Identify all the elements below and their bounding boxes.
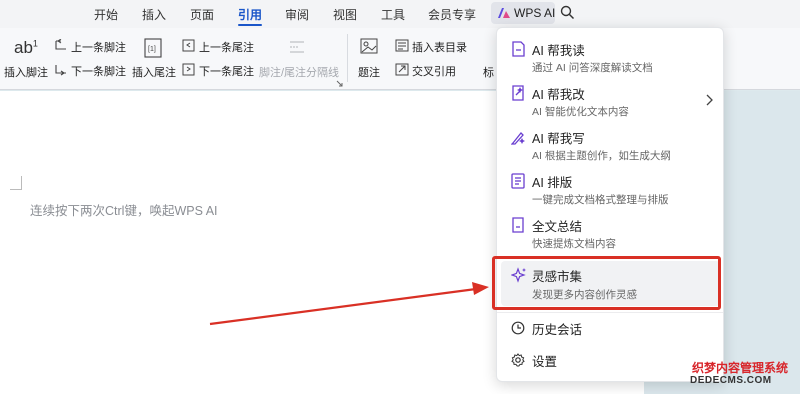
search-icon[interactable] <box>560 5 575 20</box>
ai-write-icon <box>511 132 525 145</box>
cross-reference-label: 交叉引用 <box>412 66 456 78</box>
wps-ai-dropdown-menu: AI 帮我读 通过 AI 问答深度解读文档 AI 帮我改 AI 智能优化文本内容… <box>496 27 724 382</box>
tab-references[interactable]: 引用 <box>238 6 262 23</box>
endnote-icon: [1] <box>144 38 162 58</box>
menu-bar: 开始 插入 页面 引用 审阅 视图 工具 会员专享 WPS AI <box>0 0 800 28</box>
table-of-figures-icon <box>395 39 409 52</box>
watermark-line2: DEDECMS.COM <box>690 375 772 386</box>
summary-icon <box>512 217 524 233</box>
menu-item-title: AI 帮我写 <box>532 132 585 146</box>
insert-footnote-button[interactable]: ab1 插入脚注 <box>2 36 48 80</box>
menu-item-ai-read[interactable]: AI 帮我读 通过 AI 问答深度解读文档 <box>497 36 723 76</box>
ai-layout-icon <box>511 173 525 189</box>
menu-item-ai-layout[interactable]: AI 排版 一键完成文档格式整理与排版 <box>497 168 723 208</box>
ribbon-divider <box>347 34 348 82</box>
caption-button[interactable]: 题注 <box>352 36 386 80</box>
tab-view[interactable]: 视图 <box>333 6 357 23</box>
menu-item-title: AI 帮我改 <box>532 88 585 102</box>
wps-ai-logo-icon <box>498 8 510 18</box>
next-footnote-label: 下一条脚注 <box>71 66 126 78</box>
separator-line-icon <box>290 41 304 53</box>
wps-ai-button[interactable]: WPS AI <box>491 2 555 24</box>
gear-icon <box>511 353 525 367</box>
insert-endnote-label: 插入尾注 <box>132 67 176 79</box>
prev-footnote-button[interactable]: 上一条脚注 <box>54 38 126 54</box>
menu-item-ai-write[interactable]: AI 帮我写 AI 根据主题创作，如生成大纲 <box>497 124 723 164</box>
ribbon-cut-label: 标 <box>483 67 494 79</box>
menu-item-title: 历史会话 <box>532 323 583 337</box>
tab-member[interactable]: 会员专享 <box>428 6 476 23</box>
prev-endnote-label: 上一条尾注 <box>199 42 254 54</box>
tab-tools[interactable]: 工具 <box>381 6 405 23</box>
tab-insert[interactable]: 插入 <box>142 6 166 23</box>
prev-footnote-icon <box>55 39 66 50</box>
insert-table-of-figures-button[interactable]: 插入表目录 <box>395 38 467 54</box>
footnote-separator-button: 脚注/尾注分隔线 <box>258 36 340 80</box>
cross-reference-icon <box>395 63 409 76</box>
footnote-icon: ab1 <box>14 38 38 57</box>
insert-footnote-label: 插入脚注 <box>4 67 48 79</box>
separator-label: 脚注/尾注分隔线 <box>259 67 340 79</box>
tab-review[interactable]: 审阅 <box>285 6 309 23</box>
menu-item-subtitle: AI 智能优化文本内容 <box>532 106 629 118</box>
svg-text:[1]: [1] <box>148 46 156 53</box>
next-endnote-icon <box>182 63 195 76</box>
site-watermark: 织梦内容管理系统 DEDECMS.COM <box>688 359 796 391</box>
active-tab-underline <box>238 24 262 26</box>
annotation-highlight-box <box>492 256 721 310</box>
caption-label: 题注 <box>358 67 380 79</box>
insert-table-of-figures-label: 插入表目录 <box>412 42 467 54</box>
menu-item-title: AI 排版 <box>532 176 573 190</box>
tab-page[interactable]: 页面 <box>190 6 214 23</box>
menu-item-title: AI 帮我读 <box>532 44 585 58</box>
menu-item-subtitle: AI 根据主题创作，如生成大纲 <box>532 150 671 162</box>
menu-item-summary[interactable]: 全文总结 快速提炼文档内容 <box>497 212 723 252</box>
ai-read-icon <box>512 41 525 57</box>
cross-reference-button[interactable]: 交叉引用 <box>395 62 467 78</box>
menu-item-subtitle: 通过 AI 问答深度解读文档 <box>532 62 653 74</box>
menu-item-subtitle: 快速提炼文档内容 <box>532 238 616 250</box>
prev-footnote-label: 上一条脚注 <box>71 42 126 54</box>
insert-endnote-button[interactable]: [1] 插入尾注 <box>130 36 176 80</box>
next-endnote-label: 下一条尾注 <box>199 66 254 78</box>
clock-icon <box>511 321 525 335</box>
next-footnote-button[interactable]: 下一条脚注 <box>54 62 126 78</box>
prev-endnote-button[interactable]: 上一条尾注 <box>182 38 254 54</box>
next-footnote-icon <box>55 65 66 76</box>
tab-home[interactable]: 开始 <box>94 6 118 23</box>
next-endnote-button[interactable]: 下一条尾注 <box>182 62 254 78</box>
menu-divider <box>497 312 723 313</box>
wps-ai-label: WPS AI <box>514 6 556 20</box>
wps-ai-hint-text: 连续按下两次Ctrl键，唤起WPS AI <box>30 204 218 218</box>
menu-item-title: 全文总结 <box>532 220 583 234</box>
watermark-line1: 织梦内容管理系统 <box>692 361 789 375</box>
chevron-right-icon <box>706 94 713 106</box>
page-corner-mark <box>10 176 22 190</box>
caption-icon <box>360 38 378 54</box>
menu-item-ai-edit[interactable]: AI 帮我改 AI 智能优化文本内容 <box>497 80 723 120</box>
menu-item-history[interactable]: 历史会话 <box>497 316 723 342</box>
menu-item-subtitle: 一键完成文档格式整理与排版 <box>532 194 669 206</box>
ai-edit-icon <box>512 85 524 101</box>
prev-endnote-icon <box>182 39 195 52</box>
menu-item-title: 设置 <box>532 355 558 369</box>
dialog-launcher-icon[interactable] <box>336 80 343 87</box>
